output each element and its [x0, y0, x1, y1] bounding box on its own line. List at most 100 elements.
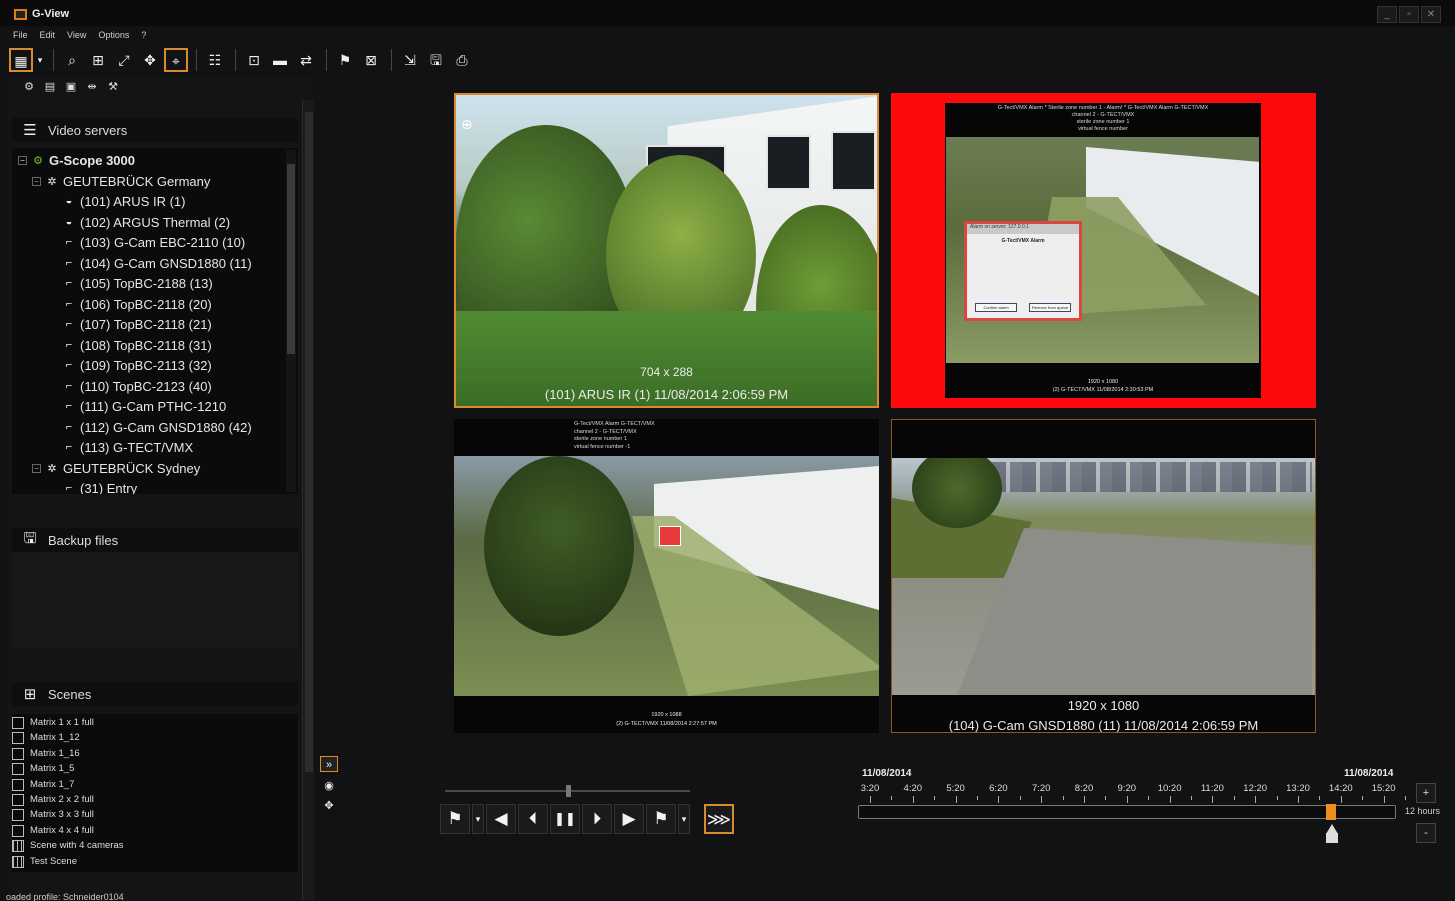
collapse-icon[interactable]: −: [32, 176, 41, 186]
binoculars-tab-icon[interactable]: ⇹: [83, 78, 101, 96]
expand-icon[interactable]: ⤢: [112, 48, 136, 72]
save-icon[interactable]: 🖫: [424, 48, 448, 72]
tile-icon[interactable]: ⊞: [86, 48, 110, 72]
scene-item[interactable]: Scene with 4 cameras: [12, 838, 123, 853]
camera-record-icon[interactable]: ◉: [320, 778, 338, 794]
scene-item[interactable]: Test Scene: [12, 854, 77, 869]
tree-scrollbar-thumb[interactable]: [287, 164, 295, 354]
close-box-icon[interactable]: ⊠: [359, 48, 383, 72]
layout-dropdown-icon[interactable]: ▾: [35, 48, 45, 72]
target-icon[interactable]: ⌖: [164, 48, 188, 72]
tree-node-camera[interactable]: ◒ (101) ARUS IR (1): [62, 191, 186, 211]
tree-node-camera[interactable]: ⌐ (107) TopBC-2118 (21): [62, 314, 212, 334]
scene-item[interactable]: Matrix 1 x 1 full: [12, 715, 94, 730]
move-icon[interactable]: ✥: [320, 798, 338, 814]
video-tile-2-alarm[interactable]: G-Tect/VMX Alarm * Sterile zone number 1…: [891, 93, 1316, 408]
tree-node-camera[interactable]: ⌐ (103) G-Cam EBC-2110 (10): [62, 232, 245, 252]
alarm-dialog[interactable]: Alarm on server: 127.0.0.1 G-Tect/VMX Al…: [964, 221, 1082, 321]
fit-icon[interactable]: ⊡: [242, 48, 266, 72]
scene-item[interactable]: Matrix 1_12: [12, 730, 80, 745]
scene-item[interactable]: Matrix 2 x 2 full: [12, 792, 94, 807]
tree-node-camera[interactable]: ⌐ (109) TopBC-2113 (32): [62, 355, 212, 375]
video-servers-header[interactable]: ☰ Video servers: [12, 118, 298, 142]
collapse-icon[interactable]: −: [18, 155, 27, 165]
minimize-button[interactable]: _: [1377, 6, 1397, 23]
scene-item[interactable]: Matrix 1_7: [12, 777, 74, 792]
fast-forward-icon[interactable]: »: [320, 756, 338, 772]
tree-node-site[interactable]: − ✲ GEUTEBRÜCK Germany: [32, 171, 210, 191]
step-back-icon[interactable]: ◀: [486, 804, 516, 834]
menu-view[interactable]: View: [67, 27, 86, 43]
pause-icon[interactable]: ❚❚: [550, 804, 580, 834]
scene-label: Matrix 2 x 2 full: [30, 794, 94, 805]
scene-item[interactable]: Matrix 4 x 4 full: [12, 823, 94, 838]
tree-node-site[interactable]: − ✲ GEUTEBRÜCK Sydney: [32, 458, 200, 478]
tree-node-camera[interactable]: ⌐ (110) TopBC-2123 (40): [62, 376, 212, 396]
timeline[interactable]: 11/08/2014 11/08/2014 3:20 4:20 5:20 6:20 7:…: [852, 764, 1412, 864]
play-icon[interactable]: ▶: [614, 804, 644, 834]
tree-scrollbar[interactable]: [286, 150, 296, 492]
layout-grid-icon[interactable]: ▦: [9, 48, 33, 72]
fullscreen-icon[interactable]: ▬: [268, 48, 292, 72]
window-title: G-View: [32, 8, 70, 20]
timeline-tick: [870, 796, 871, 803]
tools-tab-icon[interactable]: ⚒: [104, 78, 122, 96]
menu-edit[interactable]: Edit: [40, 27, 56, 43]
video-tile-1[interactable]: ⊕ 704 x 288 (101) ARUS IR (1) 11/08/2014…: [454, 93, 879, 408]
tree-node-camera[interactable]: ⌐ (31) Entry: [62, 478, 137, 495]
playback-speed-slider[interactable]: [445, 785, 690, 797]
menu-file[interactable]: File: [13, 27, 28, 43]
tree-node-camera[interactable]: ⌐ (104) G-Cam GNSD1880 (11): [62, 253, 252, 273]
scene-icon: [12, 778, 24, 791]
slider-knob[interactable]: [566, 785, 571, 797]
live-button[interactable]: ⋙: [704, 804, 734, 834]
flag-icon[interactable]: ⚑: [333, 48, 357, 72]
menu-options[interactable]: Options: [98, 27, 129, 43]
menu-help[interactable]: ?: [141, 27, 146, 43]
zoom-icon[interactable]: ⌕: [60, 48, 84, 72]
scene-item[interactable]: Matrix 1_5: [12, 761, 74, 776]
scenes-header[interactable]: ⊞ Scenes: [12, 682, 298, 706]
backup-files-header[interactable]: 🖫 Backup files: [12, 528, 298, 552]
collapse-icon[interactable]: −: [32, 463, 41, 473]
confirm-alarm-button[interactable]: Confirm alarm: [975, 303, 1017, 312]
dropdown-icon[interactable]: ▾: [678, 804, 690, 834]
tree-node-camera[interactable]: ⌐ (108) TopBC-2118 (31): [62, 335, 212, 355]
mark-end-icon[interactable]: ⚑: [646, 804, 676, 834]
close-button[interactable]: ✕: [1421, 6, 1441, 23]
frame-back-icon[interactable]: ⏴: [518, 804, 548, 834]
tree-node-camera[interactable]: ⌐ (112) G-Cam GNSD1880 (42): [62, 417, 252, 437]
remove-from-queue-button[interactable]: Remove from queue: [1029, 303, 1071, 312]
list-icon[interactable]: ☷: [203, 48, 227, 72]
dropdown-icon[interactable]: ▾: [472, 804, 484, 834]
timeline-tick: [998, 796, 1000, 803]
timeline-position-marker[interactable]: [1326, 804, 1336, 820]
scrollbar-thumb[interactable]: [305, 112, 313, 772]
frame-forward-icon[interactable]: ⏵: [582, 804, 612, 834]
maximize-button[interactable]: ▫: [1399, 6, 1419, 23]
timeline-tick: [1255, 796, 1257, 803]
video-tile-4[interactable]: 1920 x 1080 (104) G-Cam GNSD1880 (11) 11…: [891, 419, 1316, 733]
scene-item[interactable]: Matrix 1_16: [12, 746, 80, 761]
tree-node-camera[interactable]: ⌐ (111) G-Cam PTHC-1210: [62, 396, 226, 416]
tree-node-camera[interactable]: ⌐ (105) TopBC-2188 (13): [62, 273, 213, 293]
timeline-tick-label: 10:20: [1157, 783, 1182, 794]
scene-item[interactable]: Matrix 3 x 3 full: [12, 807, 94, 822]
move-icon[interactable]: ✥: [138, 48, 162, 72]
tree-node-root[interactable]: − ⚙ G-Scope 3000: [18, 150, 135, 170]
print-icon[interactable]: ⎙: [450, 48, 474, 72]
timeline-bar[interactable]: [858, 805, 1396, 819]
servers-tab-icon[interactable]: ⚙: [20, 78, 38, 96]
timeline-zoom-out-button[interactable]: -: [1416, 823, 1436, 843]
left-panel-scrollbar[interactable]: [302, 100, 314, 900]
layout-tab-icon[interactable]: ▣: [62, 78, 80, 96]
video-tile-3[interactable]: G-Tect/VMX Alarm G-TECT/VMX channel 2 - …: [454, 419, 879, 733]
document-tab-icon[interactable]: ▤: [41, 78, 59, 96]
tree-node-camera[interactable]: ⌐ (113) G-TECT/VMX: [62, 437, 193, 457]
mark-start-icon[interactable]: ⚑: [440, 804, 470, 834]
swap-icon[interactable]: ⇄: [294, 48, 318, 72]
tree-node-camera[interactable]: ◒ (102) ARGUS Thermal (2): [62, 212, 230, 232]
export-icon[interactable]: ⇲: [398, 48, 422, 72]
tree-node-camera[interactable]: ⌐ (106) TopBC-2118 (20): [62, 294, 212, 314]
timeline-zoom-in-button[interactable]: +: [1416, 783, 1436, 803]
